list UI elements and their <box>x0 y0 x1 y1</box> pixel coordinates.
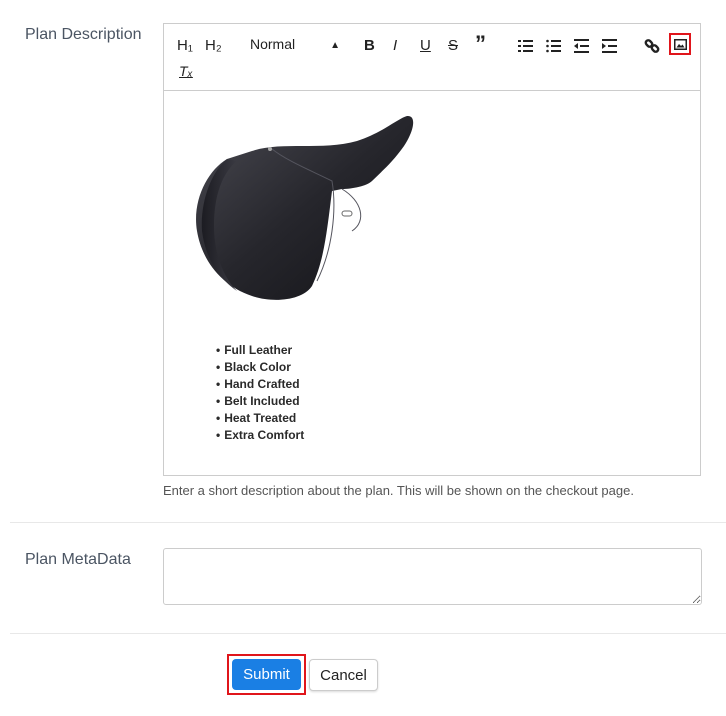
format-select[interactable]: Normal ▲︎ <box>250 36 340 56</box>
bullet-list-button[interactable] <box>546 39 561 53</box>
feature-list: Full Leather Black Color Hand Crafted Be… <box>216 342 304 444</box>
editor-toolbar: H₁ H₂ Normal ▲︎ B I U S ” Tₓ <box>164 24 700 91</box>
blockquote-button[interactable]: ” <box>475 33 486 55</box>
submit-highlight: Submit <box>227 654 306 695</box>
strike-button[interactable]: S <box>448 36 458 56</box>
description-help-text: Enter a short description about the plan… <box>163 483 634 498</box>
feature-item: Hand Crafted <box>216 376 304 393</box>
outdent-button[interactable] <box>574 39 589 53</box>
bold-button[interactable]: B <box>364 36 375 56</box>
underline-button[interactable]: U <box>420 36 431 56</box>
link-icon <box>644 39 660 53</box>
h1-button[interactable]: H₁ <box>177 36 193 56</box>
bullet-list-icon <box>546 39 561 53</box>
ordered-list-icon <box>518 40 533 52</box>
feature-item: Black Color <box>216 359 304 376</box>
cancel-button[interactable]: Cancel <box>309 659 378 691</box>
image-icon <box>673 38 687 50</box>
feature-item: Belt Included <box>216 393 304 410</box>
outdent-icon <box>574 39 589 53</box>
indent-button[interactable] <box>602 39 617 53</box>
clear-format-button[interactable]: Tₓ <box>179 61 193 81</box>
h2-button[interactable]: H₂ <box>205 36 222 56</box>
select-arrows-icon: ▲︎ <box>330 40 340 51</box>
section-divider <box>10 633 726 634</box>
section-divider <box>10 522 726 523</box>
editor-content[interactable]: Full Leather Black Color Hand Crafted Be… <box>164 91 700 476</box>
plan-metadata-input[interactable] <box>163 548 702 605</box>
link-button[interactable] <box>644 38 660 54</box>
rich-text-editor: H₁ H₂ Normal ▲︎ B I U S ” Tₓ • Full Leat… <box>163 23 701 476</box>
submit-button[interactable]: Submit <box>232 659 301 690</box>
format-select-value: Normal <box>250 36 296 52</box>
italic-button[interactable]: I <box>393 36 397 56</box>
feature-item: Heat Treated <box>216 410 304 427</box>
plan-metadata-label: Plan MetaData <box>25 551 131 568</box>
image-button[interactable] <box>669 33 691 55</box>
saddle-image <box>196 115 414 300</box>
ordered-list-button[interactable] <box>518 39 533 53</box>
feature-item: Full Leather <box>216 342 304 359</box>
indent-icon <box>602 39 617 53</box>
plan-description-label: Plan Description <box>25 26 142 43</box>
feature-item: Extra Comfort <box>216 427 304 444</box>
